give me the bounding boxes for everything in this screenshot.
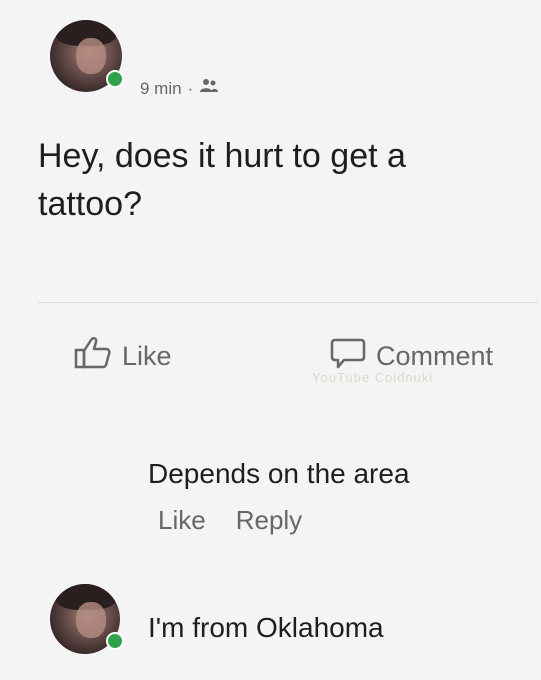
- thumbs-up-icon: [74, 336, 112, 377]
- post-time[interactable]: 9 min: [140, 79, 182, 99]
- online-status-indicator: [106, 70, 124, 88]
- reply-like-link[interactable]: Like: [158, 505, 206, 536]
- avatar-face: [76, 38, 106, 74]
- post-text: Hey, does it hurt to get a tattoo?: [38, 137, 406, 223]
- friends-icon: [199, 78, 219, 99]
- comment-label: Comment: [376, 341, 494, 371]
- like-button[interactable]: Like: [74, 336, 172, 377]
- like-label: Like: [122, 341, 172, 371]
- reply-reply-link[interactable]: Reply: [236, 505, 302, 536]
- avatar-face: [76, 602, 106, 638]
- post-meta: 9 min ·: [140, 78, 219, 99]
- watermark: YouTube Coldnuki: [312, 370, 434, 385]
- online-status-indicator: [106, 632, 124, 650]
- post-divider: [38, 302, 538, 303]
- comment-text: I'm from Oklahoma: [148, 612, 384, 643]
- reply-actions: Like Reply: [158, 505, 302, 536]
- meta-separator: ·: [187, 78, 194, 98]
- reply-text: Depends on the area: [148, 458, 410, 489]
